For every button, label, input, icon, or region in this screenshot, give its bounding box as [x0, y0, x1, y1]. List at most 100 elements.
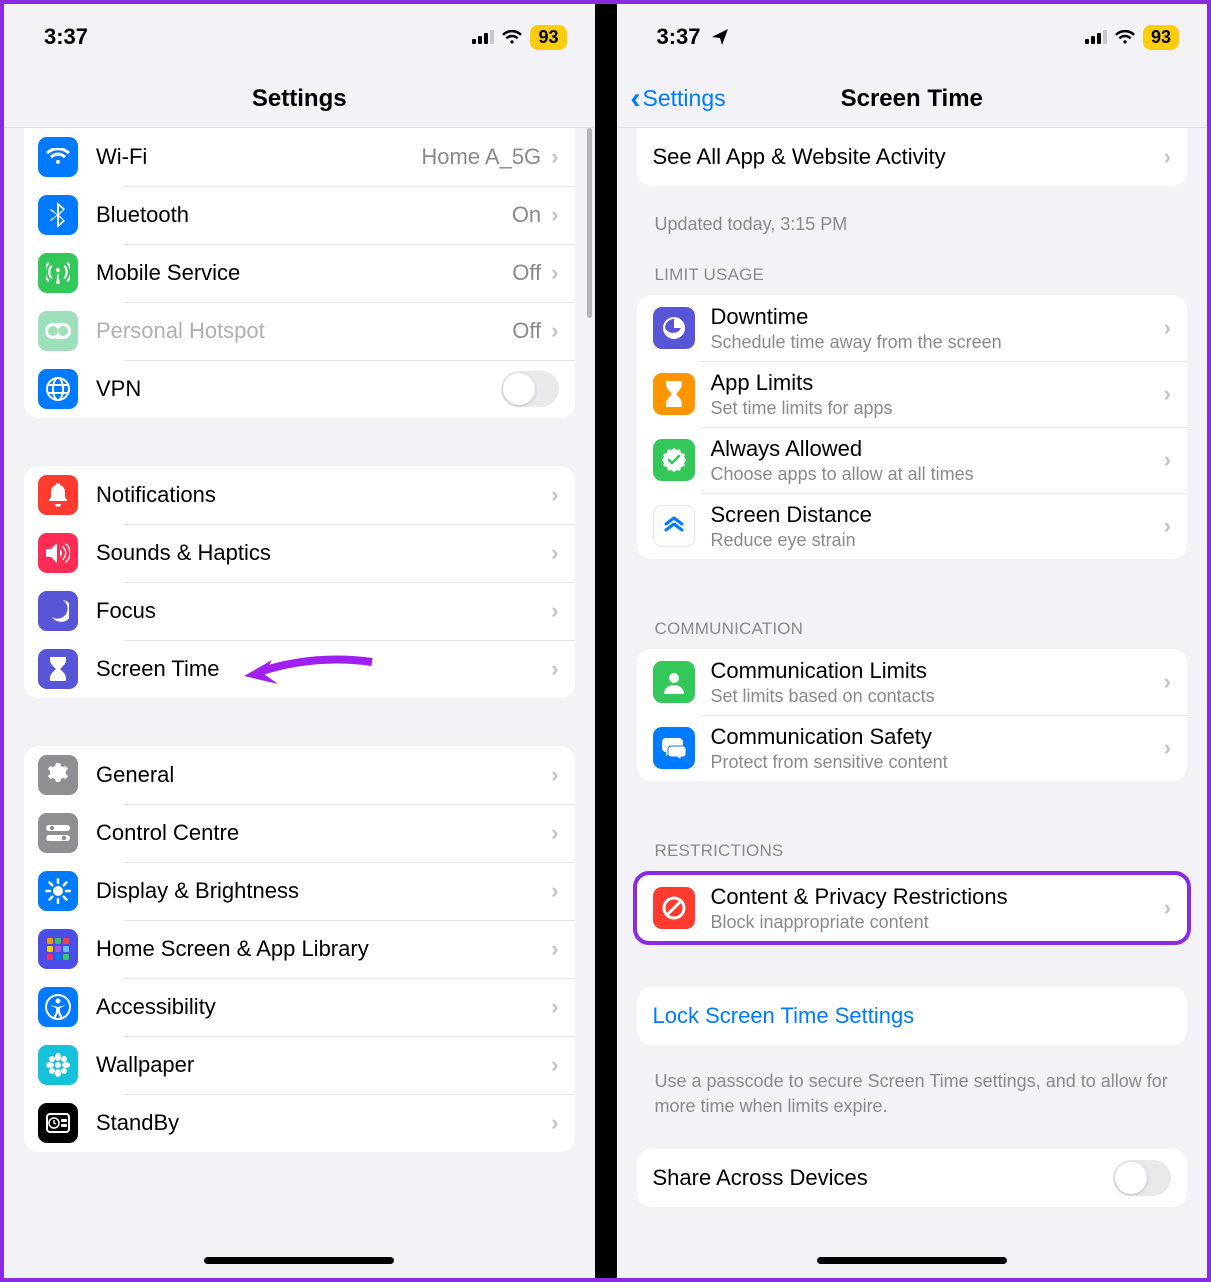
row-hotspot[interactable]: Personal Hotspot Off › [24, 302, 575, 360]
limit-header: LIMIT USAGE [617, 235, 1208, 295]
row-commlimits[interactable]: Communication Limits Set limits based on… [637, 649, 1188, 715]
row-activity[interactable]: See All App & Website Activity › [637, 128, 1188, 186]
chevron-right-icon: › [551, 1052, 558, 1078]
person-icon [653, 661, 695, 703]
row-sub: Schedule time away from the screen [711, 331, 1164, 354]
row-restrictions[interactable]: Content & Privacy Restrictions Block ina… [637, 875, 1188, 941]
general-group: General › Control Centre › Display & Bri… [24, 746, 575, 1152]
connectivity-group: Wi-Fi Home A_5G › Bluetooth On › M [24, 128, 575, 418]
row-label: Lock Screen Time Settings [653, 1003, 1172, 1029]
row-share[interactable]: Share Across Devices [637, 1149, 1188, 1207]
row-title: Communication Limits [711, 657, 1164, 685]
activity-group: See All App & Website Activity › [637, 128, 1188, 186]
row-screentime[interactable]: Screen Time › [24, 640, 575, 698]
bell-icon [38, 475, 78, 515]
chevron-right-icon: › [1164, 144, 1171, 170]
location-icon [711, 28, 729, 46]
lock-group: Lock Screen Time Settings [637, 987, 1188, 1045]
row-vpn[interactable]: VPN [24, 360, 575, 418]
clock-square-icon [38, 1103, 78, 1143]
row-value: Home A_5G [421, 144, 541, 170]
status-bar: 3:37 93 [617, 4, 1208, 70]
hourglass-icon [38, 649, 78, 689]
row-general[interactable]: General › [24, 746, 575, 804]
row-focus[interactable]: Focus › [24, 582, 575, 640]
wifi-icon [1115, 30, 1135, 45]
bluetooth-icon [38, 195, 78, 235]
row-label: Accessibility [96, 994, 551, 1020]
vpn-toggle[interactable] [501, 371, 559, 407]
page-title: Screen Time [841, 85, 983, 113]
nav-bar: Settings [4, 70, 595, 128]
screentime-scroll[interactable]: See All App & Website Activity › Updated… [617, 128, 1208, 1278]
hourglass-icon [653, 373, 695, 415]
row-allowed[interactable]: Always Allowed Choose apps to allow at a… [637, 427, 1188, 493]
row-label: Share Across Devices [653, 1165, 1114, 1191]
row-label: Wi-Fi [96, 144, 421, 170]
row-title: Communication Safety [711, 723, 1164, 751]
settings-scroll[interactable]: Wi-Fi Home A_5G › Bluetooth On › M [4, 128, 595, 1278]
row-commsafety[interactable]: Communication Safety Protect from sensit… [637, 715, 1188, 781]
home-indicator[interactable] [817, 1257, 1007, 1264]
downtime-icon [653, 307, 695, 349]
moon-icon [38, 591, 78, 631]
chevron-right-icon: › [551, 598, 558, 624]
chevron-right-icon: › [551, 318, 558, 344]
row-sub: Reduce eye strain [711, 529, 1164, 552]
chevron-right-icon: › [551, 1110, 558, 1136]
row-bluetooth[interactable]: Bluetooth On › [24, 186, 575, 244]
chevron-right-icon: › [551, 762, 558, 788]
row-sounds[interactable]: Sounds & Haptics › [24, 524, 575, 582]
home-indicator[interactable] [204, 1257, 394, 1264]
row-title: Screen Distance [711, 501, 1164, 529]
row-control[interactable]: Control Centre › [24, 804, 575, 862]
notifications-group: Notifications › Sounds & Haptics › Focus… [24, 466, 575, 698]
status-bar: 3:37 93 [4, 4, 595, 70]
row-lock[interactable]: Lock Screen Time Settings [637, 987, 1188, 1045]
share-toggle[interactable] [1113, 1160, 1171, 1196]
row-value: Off [512, 318, 541, 344]
row-label: Mobile Service [96, 260, 512, 286]
row-title: Content & Privacy Restrictions [711, 883, 1164, 911]
comm-header: COMMUNICATION [617, 589, 1208, 649]
row-notifications[interactable]: Notifications › [24, 466, 575, 524]
cellular-icon [1085, 30, 1107, 44]
row-mobile[interactable]: Mobile Service Off › [24, 244, 575, 302]
row-wallpaper[interactable]: Wallpaper › [24, 1036, 575, 1094]
limit-group: Downtime Schedule time away from the scr… [637, 295, 1188, 559]
row-value: Off [512, 260, 541, 286]
checkmark-seal-icon [653, 439, 695, 481]
row-display[interactable]: Display & Brightness › [24, 862, 575, 920]
chevron-right-icon: › [551, 482, 558, 508]
row-title: Always Allowed [711, 435, 1164, 463]
row-label: General [96, 762, 551, 788]
screentime-phone: 3:37 93 ‹ Settings Screen Time [617, 4, 1208, 1278]
chevron-right-icon: › [1164, 447, 1171, 473]
row-applimits[interactable]: App Limits Set time limits for apps › [637, 361, 1188, 427]
row-sub: Choose apps to allow at all times [711, 463, 1164, 486]
row-label: Focus [96, 598, 551, 624]
antenna-icon [38, 253, 78, 293]
row-downtime[interactable]: Downtime Schedule time away from the scr… [637, 295, 1188, 361]
updated-text: Updated today, 3:15 PM [617, 200, 1208, 235]
row-standby[interactable]: StandBy › [24, 1094, 575, 1152]
row-sub: Block inappropriate content [711, 911, 1164, 934]
row-distance[interactable]: Screen Distance Reduce eye strain › [637, 493, 1188, 559]
battery-badge: 93 [530, 25, 566, 50]
accessibility-icon [38, 987, 78, 1027]
nosign-icon [653, 887, 695, 929]
chevron-right-icon: › [551, 260, 558, 286]
status-time: 3:37 [44, 24, 88, 50]
highlight-box: Content & Privacy Restrictions Block ina… [633, 871, 1192, 945]
row-accessibility[interactable]: Accessibility › [24, 978, 575, 1036]
row-label: StandBy [96, 1110, 551, 1136]
scrollbar[interactable] [587, 128, 592, 318]
row-home[interactable]: Home Screen & App Library › [24, 920, 575, 978]
row-wifi[interactable]: Wi-Fi Home A_5G › [24, 128, 575, 186]
chevron-right-icon: › [1164, 895, 1171, 921]
sliders-icon [38, 813, 78, 853]
row-label: See All App & Website Activity [653, 144, 1164, 170]
row-sub: Set limits based on contacts [711, 685, 1164, 708]
back-button[interactable]: ‹ Settings [631, 84, 726, 114]
cellular-icon [472, 30, 494, 44]
